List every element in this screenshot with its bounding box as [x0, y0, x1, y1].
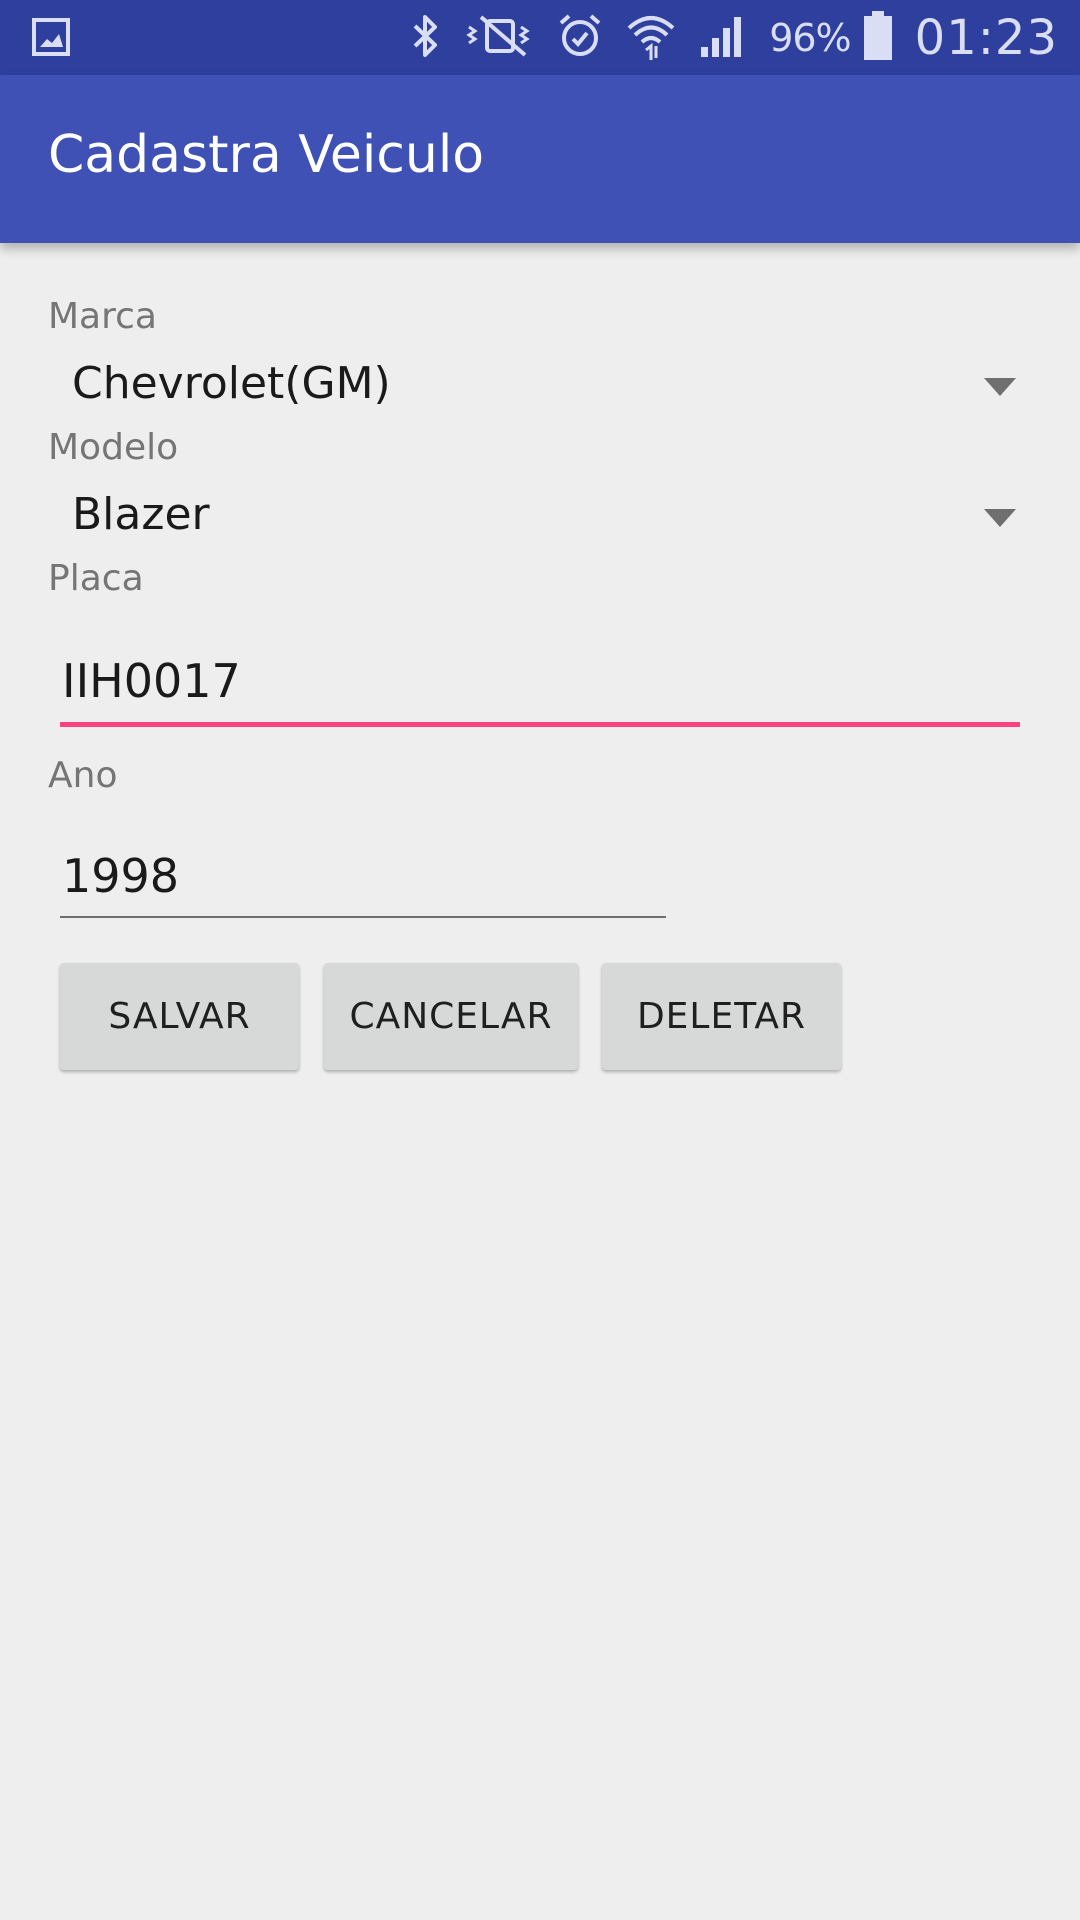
modelo-label: Modelo: [48, 427, 179, 468]
gallery-icon: [32, 18, 70, 56]
bluetooth-icon: [409, 13, 443, 63]
salvar-button[interactable]: SALVAR: [60, 963, 299, 1070]
app-bar: Cadastra Veiculo: [0, 75, 1080, 243]
wifi-icon: [625, 10, 677, 66]
status-clock: 01:23: [914, 9, 1058, 66]
battery-percent: 96%: [769, 15, 851, 60]
ano-field[interactable]: [60, 836, 666, 918]
status-icons: 96% 01:23: [409, 0, 1080, 75]
page-title: Cadastra Veiculo: [48, 125, 485, 185]
battery-icon: [863, 10, 893, 65]
dropdown-arrow-icon: [984, 378, 1016, 396]
deletar-button[interactable]: DELETAR: [602, 963, 841, 1070]
ano-input[interactable]: [60, 836, 666, 916]
marca-label: Marca: [48, 296, 157, 337]
dropdown-arrow-icon: [984, 509, 1016, 527]
marca-selected-value: Chevrolet(GM): [72, 358, 391, 409]
vibrate-mute-icon: [465, 13, 535, 63]
signal-icon: [699, 13, 747, 63]
placa-field[interactable]: [60, 640, 1020, 727]
placa-input[interactable]: [60, 640, 1020, 722]
modelo-spinner[interactable]: Blazer: [48, 471, 1032, 561]
ano-label: Ano: [48, 755, 118, 796]
status-bar: 96% 01:23: [0, 0, 1080, 75]
marca-spinner[interactable]: Chevrolet(GM): [48, 340, 1032, 430]
cancelar-button[interactable]: CANCELAR: [324, 963, 578, 1070]
placa-label: Placa: [48, 558, 144, 599]
alarm-icon: [557, 13, 603, 63]
modelo-selected-value: Blazer: [72, 489, 210, 540]
